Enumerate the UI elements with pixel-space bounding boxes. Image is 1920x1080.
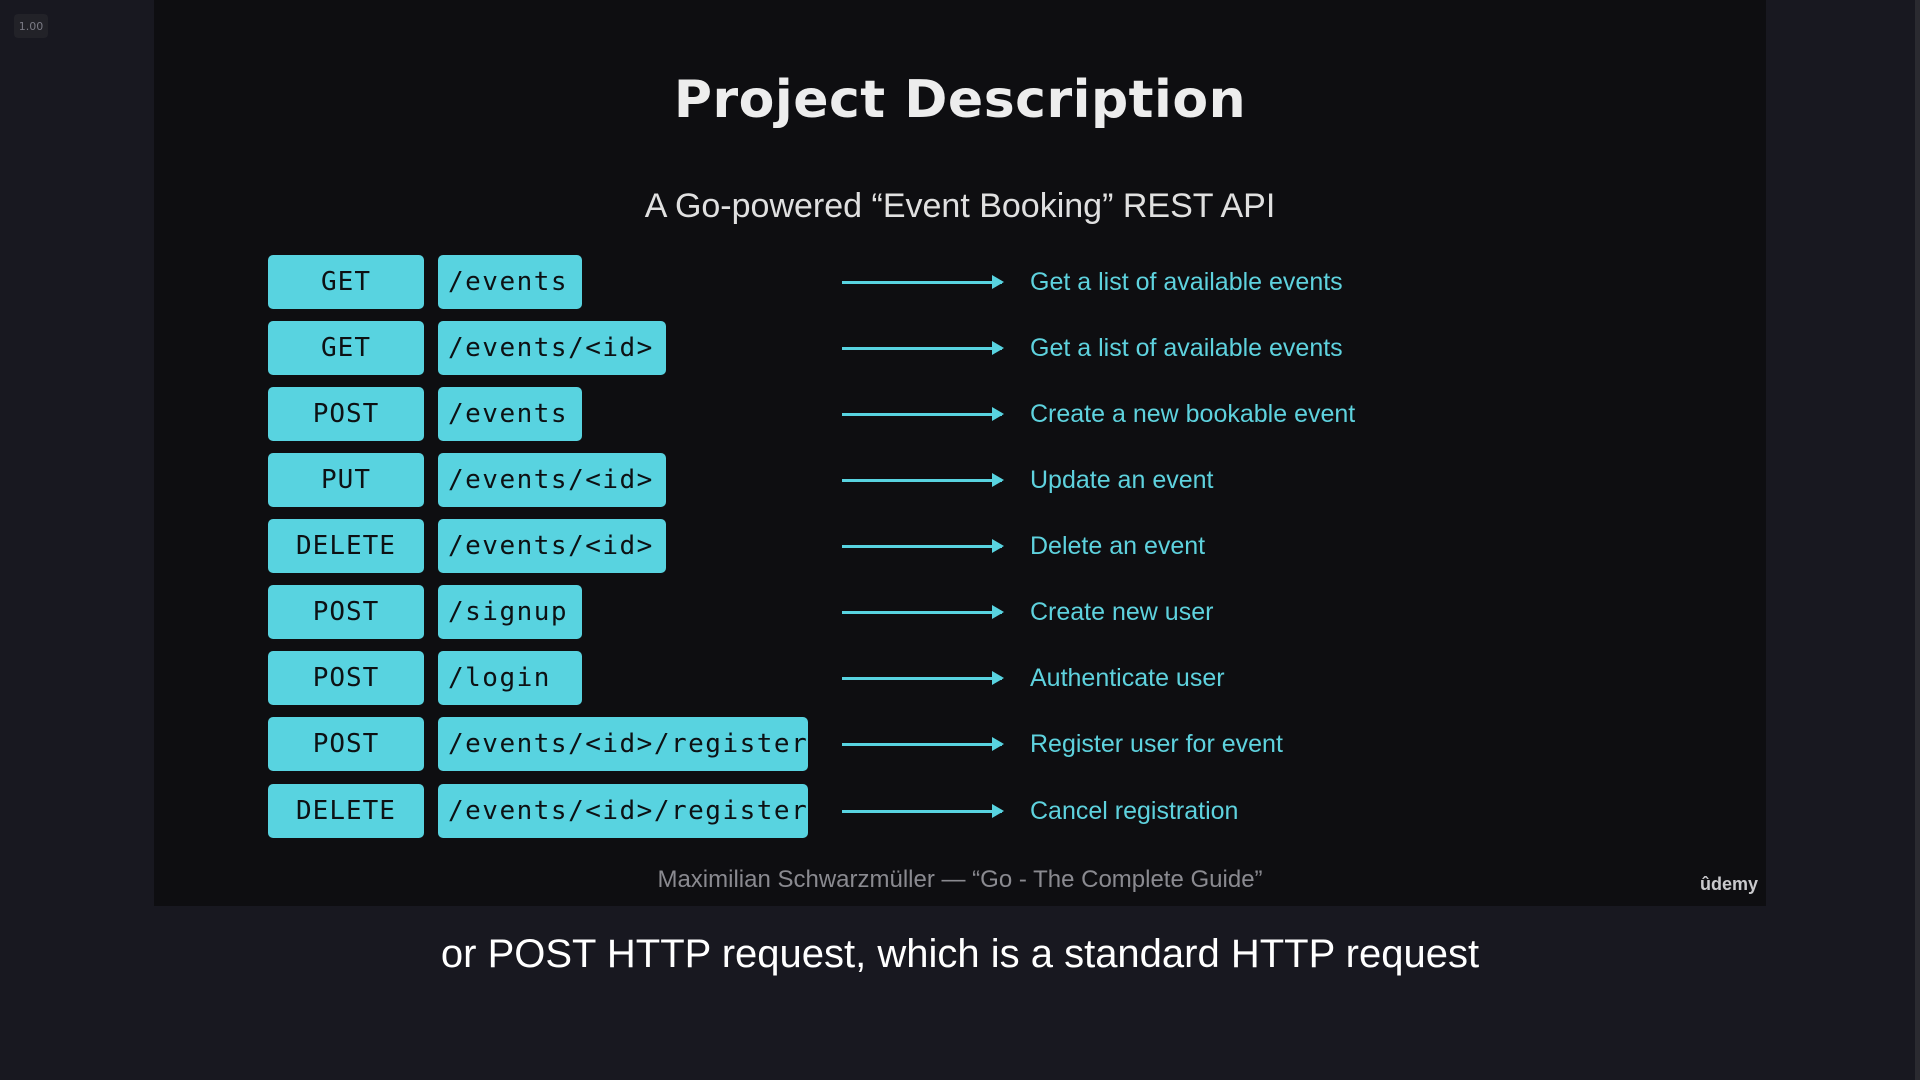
arrow-icon — [842, 605, 1004, 619]
http-method-badge: POST — [268, 387, 424, 441]
route-row: DELETE /events/<id> Delete an event — [154, 519, 1766, 573]
route-row: GET /events/<id> Get a list of available… — [154, 321, 1766, 375]
route-description: Update an event — [1030, 465, 1214, 494]
http-method-badge: GET — [268, 321, 424, 375]
udemy-logo: ûdemy — [1700, 874, 1759, 894]
route-description: Register user for event — [1030, 729, 1283, 758]
route-path-badge: /events — [438, 255, 582, 309]
route-row: GET /events Get a list of available even… — [154, 255, 1766, 309]
arrow-icon — [842, 275, 1004, 289]
route-path-badge: /events/<id> — [438, 453, 666, 507]
arrow-icon — [842, 539, 1004, 553]
http-method-badge: DELETE — [268, 519, 424, 573]
route-path-badge: /events/<id>/register — [438, 784, 808, 838]
route-path-badge: /signup — [438, 585, 582, 639]
route-description: Create new user — [1030, 597, 1214, 626]
route-description: Authenticate user — [1030, 663, 1225, 692]
arrow-icon — [842, 407, 1004, 421]
route-path-badge: /login — [438, 651, 582, 705]
http-method-badge: POST — [268, 717, 424, 771]
arrow-icon — [842, 804, 1004, 818]
arrow-icon — [842, 341, 1004, 355]
route-path-badge: /events — [438, 387, 582, 441]
route-description: Create a new bookable event — [1030, 399, 1356, 428]
player-edge — [1915, 0, 1920, 1080]
http-method-badge: POST — [268, 585, 424, 639]
route-path-badge: /events/<id>/register — [438, 717, 808, 771]
arrow-icon — [842, 737, 1004, 751]
slide: Project Description A Go-powered “Event … — [154, 0, 1766, 906]
route-row: POST /events Create a new bookable event — [154, 387, 1766, 441]
subtitle-caption: or POST HTTP request, which is a standar… — [440, 932, 1480, 976]
route-row: PUT /events/<id> Update an event — [154, 453, 1766, 507]
route-description: Get a list of available events — [1030, 333, 1343, 362]
http-method-badge: DELETE — [268, 784, 424, 838]
route-row: DELETE /events/<id>/register Cancel regi… — [154, 784, 1766, 838]
route-description: Get a list of available events — [1030, 267, 1343, 296]
route-row: POST /signup Create new user — [154, 585, 1766, 639]
route-path-badge: /events/<id> — [438, 321, 666, 375]
playback-speed-badge[interactable]: 1.00 — [14, 14, 48, 38]
route-row: POST /login Authenticate user — [154, 651, 1766, 705]
slide-credit: Maximilian Schwarzmüller — “Go - The Com… — [657, 866, 1263, 893]
route-description: Delete an event — [1030, 531, 1206, 560]
route-description: Cancel registration — [1030, 796, 1239, 825]
video-player[interactable]: 1.00 Project Description A Go-powered “E… — [0, 0, 1920, 1080]
route-path-badge: /events/<id> — [438, 519, 666, 573]
http-method-badge: GET — [268, 255, 424, 309]
route-list: GET /events Get a list of available even… — [154, 0, 1766, 906]
arrow-icon — [842, 671, 1004, 685]
arrow-icon — [842, 473, 1004, 487]
http-method-badge: POST — [268, 651, 424, 705]
route-row: POST /events/<id>/register Register user… — [154, 717, 1766, 771]
http-method-badge: PUT — [268, 453, 424, 507]
